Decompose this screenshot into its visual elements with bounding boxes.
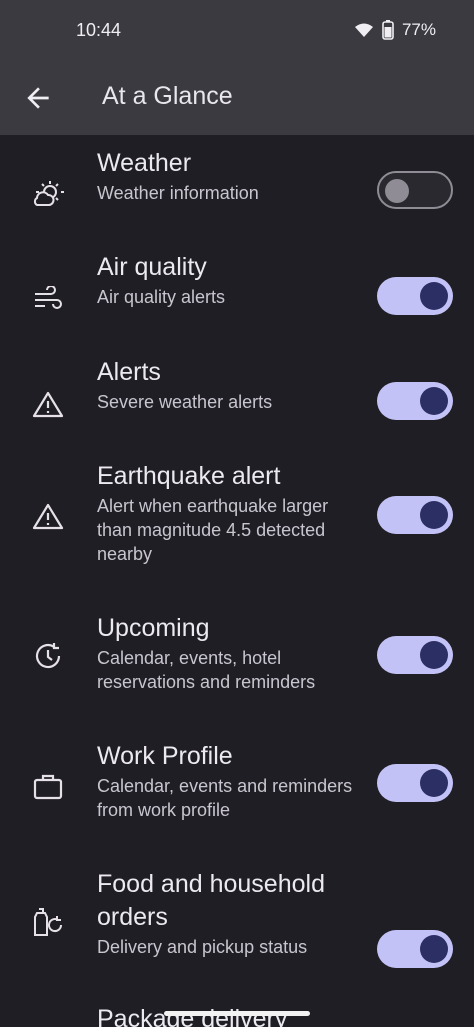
work-profile-toggle[interactable] [377, 764, 453, 802]
briefcase-icon [30, 768, 66, 804]
setting-row-upcoming[interactable]: Upcoming Calendar, events, hotel reserva… [0, 612, 474, 722]
toggle-knob [420, 282, 448, 310]
battery-icon [382, 20, 394, 40]
setting-label: Alerts [97, 358, 161, 386]
status-time: 10:44 [76, 20, 122, 40]
toggle-knob [420, 769, 448, 797]
setting-label: Upcoming [97, 614, 210, 642]
battery-percent: 77% [401, 20, 436, 39]
setting-label: Air quality [97, 253, 207, 281]
setting-description: Weather information [97, 183, 259, 203]
clock-icon [30, 638, 66, 674]
alerts-toggle[interactable] [377, 382, 453, 420]
warning-icon [30, 498, 66, 534]
toggle-knob [420, 641, 448, 669]
setting-description: Severe weather alerts [97, 392, 273, 412]
wind-icon [30, 281, 66, 317]
order-icon [30, 904, 66, 940]
toggle-knob [420, 935, 448, 963]
gesture-nav-bar[interactable] [164, 1011, 310, 1016]
food-orders-toggle[interactable] [377, 930, 453, 968]
back-arrow-icon[interactable] [22, 82, 54, 114]
weather-toggle[interactable] [377, 171, 453, 209]
setting-description: Calendar, events, hotel reservations and… [97, 648, 316, 692]
setting-label: Weather [97, 149, 192, 177]
status-icons: 77% [354, 20, 436, 40]
toggle-knob [420, 387, 448, 415]
setting-description: Calendar, events and reminders from work… [97, 776, 353, 820]
setting-row-work-profile[interactable]: Work Profile Calendar, events and remind… [0, 740, 474, 850]
earthquake-alert-toggle[interactable] [377, 496, 453, 534]
setting-description: Delivery and pickup status [97, 937, 308, 957]
setting-label: Food and household orders [97, 870, 325, 931]
toggle-knob [385, 179, 409, 203]
setting-row-weather[interactable]: Weather Weather information [0, 147, 474, 243]
wifi-icon [354, 23, 373, 37]
page-title: At a Glance [102, 82, 233, 110]
setting-description: Air quality alerts [97, 287, 226, 307]
setting-label: Earthquake alert [97, 462, 281, 490]
toggle-knob [420, 501, 448, 529]
setting-row-food-orders[interactable]: Food and household orders Delivery and p… [0, 868, 474, 998]
warning-icon [30, 386, 66, 422]
setting-label: Work Profile [97, 742, 233, 770]
upcoming-toggle[interactable] [377, 636, 453, 674]
status-bar: 10:44 77% [0, 0, 474, 62]
weather-icon [30, 177, 66, 213]
setting-description: Alert when earthquake larger than magnit… [97, 496, 329, 564]
setting-row-air-quality[interactable]: Air quality Air quality alerts [0, 251, 474, 347]
air-quality-toggle[interactable] [377, 277, 453, 315]
app-bar: At a Glance [0, 62, 474, 135]
setting-row-alerts[interactable]: Alerts Severe weather alerts [0, 356, 474, 452]
setting-row-earthquake-alert[interactable]: Earthquake alert Alert when earthquake l… [0, 460, 474, 590]
